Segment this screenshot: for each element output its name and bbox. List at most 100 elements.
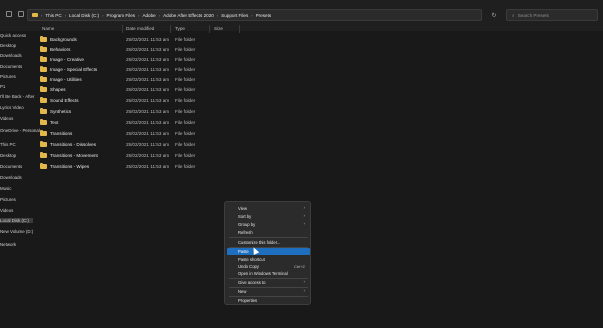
menu-item-give-access[interactable]: Give access to › <box>227 279 310 286</box>
file-type: File folder <box>175 98 196 103</box>
table-row[interactable]: Shapes 25/02/2021 11:53 am File folder <box>36 85 236 95</box>
sidebar-item-music[interactable]: Music <box>0 186 11 191</box>
file-date: 25/02/2021 11:53 am <box>126 109 170 114</box>
folder-icon <box>32 13 38 17</box>
sidebar-item-quick-access[interactable]: Quick access <box>0 33 26 38</box>
table-row[interactable]: Image - Special Effects 25/02/2021 11:53… <box>36 65 236 75</box>
file-type: File folder <box>175 67 196 72</box>
folder-icon <box>40 86 47 92</box>
sidebar-item-documents-pc[interactable]: Documents <box>0 164 22 169</box>
file-name: Backgrounds <box>50 37 77 42</box>
chevron-right-icon: › <box>158 12 161 18</box>
back-icon[interactable] <box>6 11 12 17</box>
file-type: File folder <box>175 57 196 62</box>
sidebar-item-onedrive[interactable]: OneDrive - Personal <box>0 128 40 133</box>
menu-item-open-terminal[interactable]: Open in Windows Terminal <box>227 270 310 277</box>
shortcut-hint: Ctrl+Z <box>294 264 305 269</box>
folder-icon <box>40 36 47 42</box>
menu-item-label: Give access to <box>238 280 266 285</box>
up-icon[interactable] <box>18 11 24 17</box>
column-size[interactable]: Size <box>214 26 223 31</box>
breadcrumb-item[interactable]: Adobe After Effects 2020 <box>163 13 214 18</box>
column-type[interactable]: Type <box>175 26 185 31</box>
column-header: Name Date modified Type Size <box>36 24 603 34</box>
sidebar-item-p1[interactable]: P1 <box>0 84 5 89</box>
menu-item-properties[interactable]: Properties <box>227 297 310 304</box>
table-row[interactable]: Image - Creative 25/02/2021 11:53 am Fil… <box>36 55 236 65</box>
sidebar-item-desktop-pc[interactable]: Desktop <box>0 153 16 158</box>
file-name: Image - Special Effects <box>50 67 98 72</box>
sidebar-item-downloads[interactable]: Downloads <box>0 53 22 58</box>
file-date: 25/02/2021 11:53 am <box>126 98 170 103</box>
sidebar-item-new-volume-d[interactable]: New Volume (D:) <box>0 229 33 234</box>
file-type: File folder <box>175 87 196 92</box>
file-type: File folder <box>175 47 196 52</box>
sidebar-item-network[interactable]: Network <box>0 242 16 247</box>
table-row[interactable]: Transitions - Wipes 25/02/2021 11:53 am … <box>36 162 236 172</box>
table-row[interactable]: Transitions 25/02/2021 11:53 am File fol… <box>36 129 236 139</box>
search-input[interactable]: ⌕ Search Presets <box>506 9 598 21</box>
breadcrumb[interactable]: › This PC › Local Disk (C:) › Program Fi… <box>27 9 482 21</box>
folder-icon <box>40 46 47 52</box>
sidebar-item-lyrics-video[interactable]: Lyrics Video <box>0 105 24 110</box>
column-name[interactable]: Name <box>42 26 54 31</box>
file-date: 25/02/2021 11:53 am <box>126 47 170 52</box>
file-name: Transitions - Movement <box>50 153 98 158</box>
breadcrumb-item[interactable]: Support Files <box>221 13 248 18</box>
file-name: Transitions <box>50 131 73 136</box>
sidebar-item-pictures-pc[interactable]: Pictures <box>0 197 16 202</box>
breadcrumb-item[interactable]: Local Disk (C:) <box>69 13 99 18</box>
table-row[interactable]: Backgrounds 25/02/2021 11:53 am File fol… <box>36 35 236 45</box>
refresh-icon[interactable]: ↻ <box>488 9 500 21</box>
breadcrumb-item[interactable]: Adobe <box>142 13 155 18</box>
table-row[interactable]: Transitions - Movement 25/02/2021 11:53 … <box>36 151 236 161</box>
menu-item-group-by[interactable]: Group by › <box>227 221 310 228</box>
sidebar-item-pictures[interactable]: Pictures <box>0 74 16 79</box>
menu-item-paste-shortcut[interactable]: Paste shortcut <box>227 256 310 263</box>
sidebar-item-this-pc[interactable]: This PC <box>0 142 16 147</box>
column-date-modified[interactable]: Date modified <box>126 26 154 31</box>
table-row[interactable]: Behaviors 25/02/2021 11:53 am File folde… <box>36 45 236 55</box>
menu-item-paste[interactable]: Paste <box>227 248 310 255</box>
nav-buttons <box>6 11 24 17</box>
table-row[interactable]: Synthetics 25/02/2021 11:53 am File fold… <box>36 107 236 117</box>
sidebar-item-documents[interactable]: Documents <box>0 64 22 69</box>
menu-item-label: Open in Windows Terminal <box>238 271 288 276</box>
navigation-pane: Quick access Desktop Downloads Documents… <box>0 27 40 327</box>
sidebar-item-videos-pc[interactable]: Videos <box>0 208 13 213</box>
folder-icon <box>40 76 47 82</box>
file-name: Text <box>50 120 59 125</box>
column-divider[interactable] <box>170 25 171 33</box>
column-divider[interactable] <box>122 25 123 33</box>
sidebar-item-desktop[interactable]: Desktop <box>0 43 16 48</box>
file-date: 25/02/2021 11:53 am <box>126 67 170 72</box>
menu-item-new[interactable]: New › <box>227 288 310 295</box>
sidebar-item-videos[interactable]: Videos <box>0 116 13 121</box>
breadcrumb-item[interactable]: Presets <box>256 13 272 18</box>
menu-item-label: Paste <box>238 249 249 254</box>
folder-icon <box>40 108 47 114</box>
file-date: 25/02/2021 11:53 am <box>126 37 170 42</box>
breadcrumb-item[interactable]: This PC <box>45 13 61 18</box>
breadcrumb-item[interactable]: Program Files <box>107 13 136 18</box>
sidebar-item-local-disk-c[interactable]: Local Disk (C:) <box>0 218 33 223</box>
column-divider[interactable] <box>209 25 210 33</box>
menu-item-customize-folder[interactable]: Customize this folder... <box>227 239 310 246</box>
menu-item-sort-by[interactable]: Sort by › <box>227 213 310 220</box>
menu-item-label: View <box>238 206 248 211</box>
file-date: 25/02/2021 11:53 am <box>126 142 170 147</box>
search-placeholder: Search Presets <box>517 12 549 18</box>
table-row[interactable]: Text 25/02/2021 11:53 am File folder <box>36 118 236 128</box>
menu-item-undo-copy[interactable]: Undo Copy Ctrl+Z <box>227 263 310 270</box>
file-type: File folder <box>175 109 196 114</box>
sidebar-item-ill-be-back[interactable]: I'll Be Back - After <box>0 94 35 99</box>
menu-item-label: New <box>238 289 247 294</box>
menu-item-refresh[interactable]: Refresh <box>227 229 310 236</box>
column-divider[interactable] <box>239 25 240 33</box>
menu-item-view[interactable]: View › <box>227 205 310 212</box>
table-row[interactable]: Sound Effects 25/02/2021 11:53 am File f… <box>36 96 236 106</box>
table-row[interactable]: Image - Utilities 25/02/2021 11:53 am Fi… <box>36 75 236 85</box>
table-row[interactable]: Transitions - Dissolves 25/02/2021 11:53… <box>36 140 236 150</box>
file-date: 25/02/2021 11:53 am <box>126 57 170 62</box>
sidebar-item-downloads-pc[interactable]: Downloads <box>0 175 22 180</box>
